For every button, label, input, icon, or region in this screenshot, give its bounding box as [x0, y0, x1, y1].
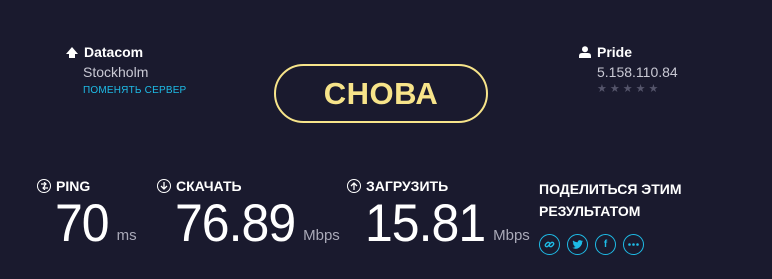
server-icon — [66, 46, 78, 58]
upload-result: 15.81 Mbps — [365, 193, 530, 253]
download-unit: Mbps — [303, 227, 340, 244]
download-header: СКАЧАТЬ — [157, 178, 242, 194]
share-buttons: f — [539, 234, 644, 255]
link-icon[interactable] — [539, 234, 560, 255]
share-title: ПОДЕЛИТЬСЯ ЭТИМ РЕЗУЛЬТАТОМ — [539, 181, 682, 219]
isp-ip: 5.158.110.84 — [597, 64, 678, 80]
server-name-row: Datacom — [66, 44, 143, 60]
download-icon — [157, 179, 171, 193]
user-icon — [579, 46, 591, 58]
ping-value: 70 — [55, 193, 110, 253]
twitter-icon[interactable] — [567, 234, 588, 255]
isp-name-row: Pride — [579, 44, 632, 60]
server-city: Stockholm — [83, 64, 149, 80]
upload-icon — [347, 179, 361, 193]
change-server-link[interactable]: ПОМЕНЯТЬ СЕРВЕР — [83, 85, 186, 96]
upload-label: ЗАГРУЗИТЬ — [366, 178, 449, 194]
isp-rating[interactable]: ★ ★ ★ ★ ★ — [597, 84, 658, 95]
isp-name: Pride — [597, 44, 633, 60]
upload-unit: Mbps — [493, 227, 530, 244]
star-icon[interactable]: ★ — [636, 84, 646, 95]
download-label: СКАЧАТЬ — [176, 178, 242, 194]
upload-value: 15.81 — [365, 193, 486, 253]
ping-result: 70 ms — [55, 193, 137, 253]
ping-header: PING — [37, 178, 90, 194]
star-icon[interactable]: ★ — [623, 84, 633, 95]
ping-label: PING — [56, 178, 91, 194]
facebook-icon[interactable]: f — [595, 234, 616, 255]
ping-icon — [37, 179, 51, 193]
star-icon[interactable]: ★ — [649, 84, 659, 95]
download-result: 76.89 Mbps — [175, 193, 340, 253]
star-icon[interactable]: ★ — [597, 84, 607, 95]
download-value: 76.89 — [175, 193, 296, 253]
go-again-button[interactable]: СНОВА — [274, 64, 488, 123]
ping-unit: ms — [116, 227, 137, 244]
more-icon[interactable] — [623, 234, 644, 255]
star-icon[interactable]: ★ — [610, 84, 620, 95]
upload-header: ЗАГРУЗИТЬ — [347, 178, 448, 194]
server-name: Datacom — [84, 44, 144, 60]
